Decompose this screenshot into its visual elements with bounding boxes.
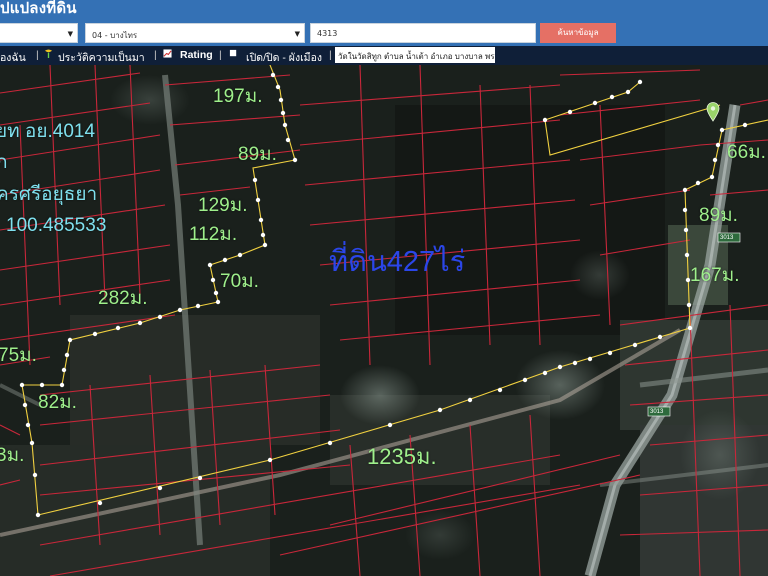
address-field[interactable]: วัดในวัดสิทูก ตำบล น้ำเต้า อำเภอ บางบาล …: [335, 47, 495, 63]
side-length-label: 70ม.: [220, 271, 259, 292]
side-length-label: 75ม.: [0, 345, 37, 366]
zoning-toggle[interactable]: เปิด/ปิด - ผังเมือง: [246, 49, 322, 65]
toolbar-divider: |: [219, 49, 222, 61]
side-length-label: 197ม.: [213, 86, 263, 107]
parcel-area-label: ที่ดิน427ไร่: [329, 246, 466, 278]
side-length-label: 89ม.: [238, 144, 277, 165]
side-length-label: 1235ม.: [367, 444, 437, 469]
side-length-label: 66ม.: [727, 142, 766, 163]
page-title: ปแปลงที่ดิน: [0, 0, 77, 17]
chevron-down-icon: ▼: [67, 30, 73, 38]
road-tag-label: 3013: [650, 409, 664, 415]
search-button[interactable]: ค้นหาข้อมูล: [540, 23, 616, 43]
district-select-value: 04 - บางไทร: [92, 31, 138, 40]
chevron-down-icon: ▼: [294, 30, 300, 38]
info-line-province: ครศรีอยุธยา: [0, 184, 98, 205]
info-line-coordinate: 100.485533: [6, 215, 107, 236]
map-pin-icon[interactable]: [706, 102, 720, 122]
province-select[interactable]: ▼: [0, 23, 78, 43]
history-link[interactable]: ประวัติความเป็นมา: [58, 49, 145, 65]
district-select[interactable]: 04 - บางไทร ▼: [85, 23, 305, 43]
map-drawing: [0, 65, 768, 576]
parcel-number-input[interactable]: 4313: [310, 23, 536, 43]
side-length-label: 82ม.: [38, 392, 77, 413]
road-tag-label: 3013: [720, 235, 734, 241]
toolbar-divider: |: [36, 49, 39, 61]
side-length-label: 89ม.: [699, 205, 738, 226]
toolbar-divider: |: [329, 49, 332, 61]
side-length-label: 282ม.: [98, 288, 148, 309]
tree-icon: [44, 49, 53, 61]
square-icon: [229, 49, 238, 61]
chart-icon: [163, 49, 172, 61]
info-line-title-deed: ยท อย.4014: [0, 121, 96, 142]
toolbar-item-partial[interactable]: องฉัน: [0, 49, 26, 65]
map-canvas[interactable]: 3013 3013 ยท อย.4014 ก ครศรีอยุธยา 100.4…: [0, 65, 768, 576]
side-length-label: 112ม.: [189, 224, 238, 245]
side-length-label: 167ม.: [690, 265, 740, 286]
map-toolbar: องฉัน | ประวัติความเป็นมา | Rating | เปิ…: [0, 46, 768, 65]
rating-link[interactable]: Rating: [180, 49, 213, 61]
side-length-label: 129ม.: [198, 195, 248, 216]
side-length-label: 3ม.: [0, 445, 25, 466]
header-bar: ปแปลงที่ดิน: [0, 0, 768, 22]
info-line-subdistrict: ก: [0, 152, 8, 173]
search-bar: ▼ 04 - บางไทร ▼ 4313 ค้นหาข้อมูล: [0, 22, 768, 46]
toolbar-divider: |: [154, 49, 157, 61]
